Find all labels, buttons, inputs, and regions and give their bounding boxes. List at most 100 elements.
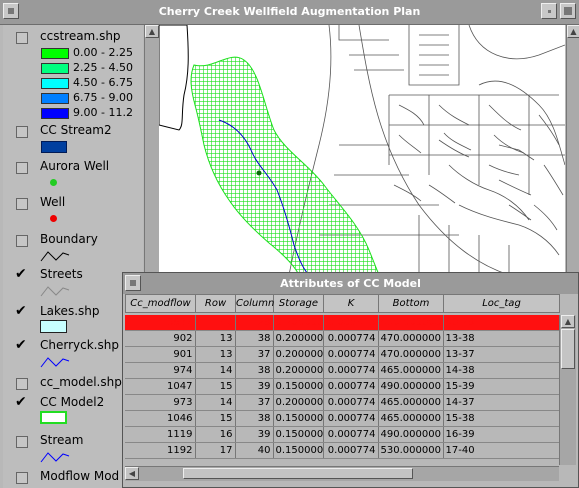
table-cell[interactable]: 0.200000 (273, 346, 324, 363)
table-cell[interactable]: 902 (125, 330, 196, 347)
table-cell[interactable]: 0.150000 (273, 410, 324, 427)
table-horizontal-scrollbar[interactable]: ◀ (125, 466, 559, 481)
table-cell[interactable]: 465.000000 (378, 394, 444, 411)
table-cell[interactable]: 0.200000 (273, 362, 324, 379)
table-cell[interactable]: 490.000000 (378, 378, 444, 395)
scroll-thumb[interactable] (561, 329, 575, 369)
table-cell[interactable]: 490.000000 (378, 426, 444, 443)
table-cell[interactable]: 29 (235, 315, 274, 331)
column-header[interactable]: K (323, 294, 379, 313)
table-cell[interactable]: 465.000000 (378, 362, 444, 379)
table-cell[interactable]: 0.150000 (273, 378, 324, 395)
table-cell[interactable]: 3837 (125, 315, 196, 331)
table-cell[interactable]: 16-39 (443, 426, 560, 443)
table-cell[interactable]: 1047 (125, 378, 196, 395)
table-cell[interactable]: 0.150000 (273, 426, 324, 443)
map-scrollbar[interactable]: ▲ (566, 25, 579, 275)
table-cell[interactable]: 0.000774 (323, 346, 379, 363)
table-cell[interactable]: 0.000774 (323, 378, 379, 395)
table-cell[interactable]: 15 (195, 410, 236, 427)
column-header[interactable]: Loc_tag (443, 294, 560, 313)
table-row[interactable]: 1119 16 39 0.150000 0.000774 490.000000 16-39 (125, 426, 560, 443)
table-row[interactable]: 974 14 38 0.200000 0.000774 465.000000 14-38 (125, 362, 560, 379)
table-row[interactable]: 973 14 37 0.200000 0.000774 465.000000 14-37 (125, 394, 560, 411)
table-cell[interactable]: 470.000000 (378, 346, 444, 363)
table-row[interactable]: 1046 15 38 0.150000 0.000774 465.000000 15-38 (125, 410, 560, 427)
table-cell[interactable]: 0.200000 (273, 394, 324, 411)
table-cell[interactable]: 14-37 (443, 394, 560, 411)
column-header[interactable]: Storage (273, 294, 324, 313)
table-cell[interactable]: 0.000774 (323, 426, 379, 443)
layer-visibility-check-icon[interactable]: ✔ (15, 267, 27, 281)
table-cell[interactable]: 16 (195, 426, 236, 443)
table-vertical-scrollbar[interactable]: ▲ (559, 315, 576, 465)
table-cell[interactable]: 0.200000 (273, 330, 324, 347)
table-cell[interactable]: 1192 (125, 442, 196, 459)
layer-visibility-check-icon[interactable]: ✔ (15, 304, 27, 318)
table-row[interactable]: 3837 40 29 0.200000 0.005415 450.000000 40-29 (125, 315, 560, 331)
scroll-up-arrow-icon[interactable]: ▲ (145, 25, 159, 38)
table-cell[interactable]: 37 (235, 394, 274, 411)
well-point[interactable] (256, 170, 262, 176)
column-header[interactable]: Row (195, 294, 236, 313)
layer-visibility-checkbox[interactable] (16, 32, 28, 44)
table-cell[interactable]: 0.000774 (323, 330, 379, 347)
map-canvas[interactable] (159, 25, 565, 275)
table-cell[interactable]: 0.000774 (323, 362, 379, 379)
table-cell[interactable]: 15 (195, 378, 236, 395)
table-cell[interactable]: 17 (195, 442, 236, 459)
table-cell[interactable]: 39 (235, 426, 274, 443)
window-titlebar[interactable]: Cherry Creek Wellfield Augmentation Plan (0, 0, 579, 25)
table-cell[interactable]: 0.000774 (323, 410, 379, 427)
table-cell[interactable]: 38 (235, 410, 274, 427)
table-cell[interactable]: 13-37 (443, 346, 560, 363)
table-cell[interactable]: 14-38 (443, 362, 560, 379)
minimize-button[interactable] (541, 3, 557, 19)
scroll-up-arrow-icon[interactable]: ▲ (561, 315, 575, 328)
table-cell[interactable]: 973 (125, 394, 196, 411)
table-cell[interactable]: 13 (195, 346, 236, 363)
table-row[interactable]: 902 13 38 0.200000 0.000774 470.000000 13-38 (125, 330, 560, 347)
table-cell[interactable]: 38 (235, 330, 274, 347)
table-cell[interactable]: 38 (235, 362, 274, 379)
layer-visibility-check-icon[interactable]: ✔ (15, 395, 27, 409)
layer-visibility-checkbox[interactable] (16, 436, 28, 448)
table-cell[interactable]: 15-38 (443, 410, 560, 427)
table-cell[interactable]: 0.150000 (273, 442, 324, 459)
layer-visibility-checkbox[interactable] (16, 378, 28, 390)
table-cell[interactable]: 40 (235, 442, 274, 459)
layer-visibility-checkbox[interactable] (16, 162, 28, 174)
table-cell[interactable]: 450.000000 (378, 315, 444, 331)
scroll-thumb[interactable] (183, 468, 413, 479)
table-cell[interactable]: 1046 (125, 410, 196, 427)
table-cell[interactable]: 0.200000 (273, 315, 324, 331)
table-cell[interactable]: 40 (195, 315, 236, 331)
table-cell[interactable]: 0.000774 (323, 394, 379, 411)
column-header[interactable]: Column (235, 294, 274, 313)
table-cell[interactable]: 40-29 (443, 315, 560, 331)
table-cell[interactable]: 470.000000 (378, 330, 444, 347)
layer-visibility-checkbox[interactable] (16, 126, 28, 138)
table-row[interactable]: 1047 15 39 0.150000 0.000774 490.000000 15-39 (125, 378, 560, 395)
scroll-left-arrow-icon[interactable]: ◀ (125, 467, 139, 480)
table-row[interactable]: 1192 17 40 0.150000 0.000774 530.000000 17-40 (125, 442, 560, 459)
table-cell[interactable]: 14 (195, 362, 236, 379)
table-cell[interactable]: 13 (195, 330, 236, 347)
layer-visibility-checkbox[interactable] (16, 472, 28, 484)
table-cell[interactable]: 974 (125, 362, 196, 379)
table-row[interactable]: 901 13 37 0.200000 0.000774 470.000000 13-37 (125, 346, 560, 363)
table-cell[interactable]: 14 (195, 394, 236, 411)
table-cell[interactable]: 0.000774 (323, 442, 379, 459)
layer-visibility-checkbox[interactable] (16, 198, 28, 210)
table-cell[interactable]: 37 (235, 346, 274, 363)
layer-visibility-check-icon[interactable]: ✔ (15, 338, 27, 352)
table-cell[interactable]: 39 (235, 378, 274, 395)
scroll-up-arrow-icon[interactable]: ▲ (567, 25, 579, 38)
table-cell[interactable]: 1119 (125, 426, 196, 443)
table-cell[interactable]: 13-38 (443, 330, 560, 347)
table-cell[interactable]: 15-39 (443, 378, 560, 395)
table-cell[interactable]: 465.000000 (378, 410, 444, 427)
layer-visibility-checkbox[interactable] (16, 235, 28, 247)
column-header[interactable]: Cc_modflow (125, 294, 196, 313)
map-view[interactable] (159, 25, 565, 275)
